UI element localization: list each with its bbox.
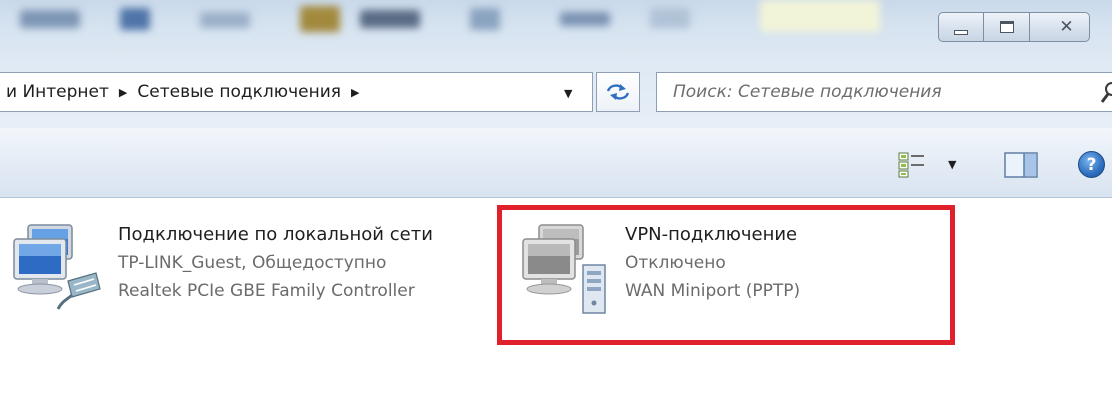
chevron-right-icon[interactable]: ▶ [351,86,359,99]
search-icon[interactable] [1099,81,1112,109]
blurred-background [0,0,900,40]
connections-list: Подключение по локальной сети TP-LINK_Gu… [0,199,1112,403]
help-icon[interactable]: ? [1078,151,1105,178]
refresh-icon [606,84,630,100]
window-title-bar: ✕ [0,0,1112,62]
search-input[interactable]: Поиск: Сетевые подключения [656,72,1112,112]
close-button[interactable]: ✕ [1030,12,1090,42]
chevron-down-icon[interactable]: ▼ [948,158,956,171]
breadcrumb-internet[interactable]: и Интернет [6,82,109,102]
connection-device: WAN Miniport (PPTP) [625,281,801,301]
address-row: и Интернет ▶ Сетевые подключения ▶ ▼ Пои… [0,62,1112,190]
connection-status: Отключено [625,253,726,273]
connection-details: VPN-подключение Отключено WAN Miniport (… [625,221,800,305]
maximize-button[interactable] [984,12,1030,42]
chevron-right-icon[interactable]: ▶ [119,86,127,99]
close-icon: ✕ [1059,17,1074,37]
list-item[interactable]: Подключение по локальной сети TP-LINK_Gu… [10,217,496,317]
search-placeholder: Поиск: Сетевые подключения [673,82,942,102]
address-bar[interactable]: и Интернет ▶ Сетевые подключения ▶ ▼ [0,72,593,112]
minimize-button[interactable] [938,12,984,42]
views-icon[interactable] [898,152,926,182]
window-controls: ✕ [938,12,1090,42]
refresh-button[interactable] [596,72,640,112]
preview-pane-icon[interactable] [1004,152,1038,182]
command-toolbar: ▼ ? [0,128,1112,198]
list-item[interactable]: VPN-подключение Отключено WAN Miniport (… [515,217,935,317]
minimize-icon [954,29,968,35]
connection-status: TP-LINK_Guest, Общедоступно [118,253,387,273]
connection-name: Подключение по локальной сети [118,224,433,245]
lan-connection-icon [10,219,110,323]
chevron-down-icon[interactable]: ▼ [564,87,572,100]
connection-device: Realtek PCIe GBE Family Controller [118,281,415,301]
breadcrumb-network-connections[interactable]: Сетевые подключения [137,82,341,102]
maximize-icon [999,21,1014,33]
connection-details: Подключение по локальной сети TP-LINK_Gu… [118,221,433,305]
connection-name: VPN-подключение [625,224,798,245]
vpn-connection-icon [515,219,615,323]
